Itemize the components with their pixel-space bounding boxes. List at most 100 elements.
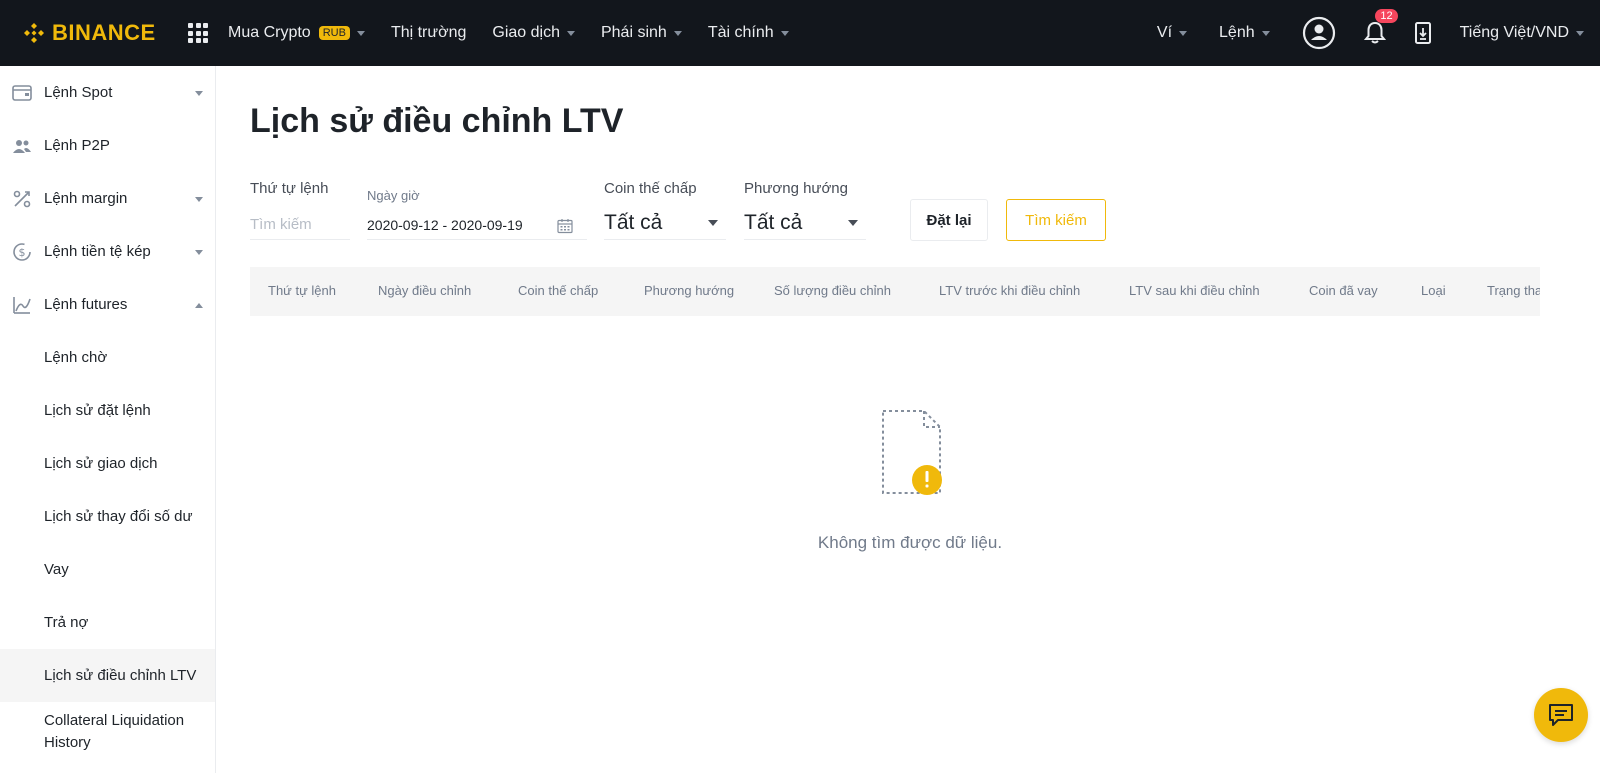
empty-message: Không tìm được dữ liệu. — [817, 533, 1003, 552]
user-circle-icon — [1302, 16, 1335, 50]
chevron-down-icon — [195, 249, 203, 255]
svg-text:$: $ — [19, 246, 26, 259]
sidebar-item-order-history[interactable]: Lịch sử đặt lệnh — [0, 384, 215, 437]
sidebar-item-label: Lịch sử đặt lệnh — [44, 402, 151, 419]
chevron-down-icon — [195, 90, 203, 96]
top-navbar: BINANCE Mua Crypto RUB Thị trường Giao d… — [0, 0, 1600, 66]
sidebar: Lệnh Spot Lệnh P2P Lệnh margin $ Lệnh ti… — [0, 66, 216, 773]
chevron-down-icon — [1179, 30, 1188, 36]
apps-grid-icon[interactable] — [188, 23, 208, 43]
order-no-search-input[interactable]: Tìm kiếm — [250, 210, 350, 240]
sidebar-item-trade-history[interactable]: Lịch sử giao dịch — [0, 437, 215, 490]
chevron-down-icon — [566, 30, 575, 36]
binance-logo[interactable]: BINANCE — [22, 20, 172, 46]
nav-orders[interactable]: Lệnh — [1219, 24, 1270, 42]
column-header: Coin thế chấp — [518, 283, 599, 298]
sidebar-item-label: Lệnh margin — [44, 190, 128, 207]
nav-buy-crypto[interactable]: Mua Crypto RUB — [228, 24, 365, 42]
nav-derivatives-label: Phái sinh — [600, 24, 667, 41]
filter-bar: Thứ tự lệnh Tìm kiếm Ngày giờ 2020-09-12… — [250, 178, 1150, 248]
currency-badge: RUB — [318, 26, 350, 40]
language-label: Tiếng Việt/VND — [1459, 24, 1569, 41]
nav-wallet[interactable]: Ví — [1156, 24, 1188, 42]
sidebar-item-repay[interactable]: Trả nợ — [0, 596, 215, 649]
sidebar-item-label: Lệnh chờ — [44, 349, 108, 366]
column-header: Thứ tự lệnh — [268, 283, 336, 298]
nav-markets-label: Thị trường — [390, 24, 467, 41]
nav-trade[interactable]: Giao dịch — [492, 24, 575, 42]
download-app-icon — [1414, 22, 1431, 44]
sidebar-item-label: Trả nợ — [44, 614, 89, 631]
right-nav: Ví Lệnh 12 Tiếng Việt/VND — [1157, 0, 1600, 66]
column-header: Coin đã vay — [1309, 283, 1378, 298]
bell-icon — [1363, 21, 1386, 44]
sidebar-item-p2p-orders[interactable]: Lệnh P2P — [0, 119, 215, 172]
direction-select[interactable]: Tất cả — [744, 206, 866, 240]
order-no-label: Thứ tự lệnh — [250, 180, 329, 197]
direction-value: Tất cả — [744, 210, 803, 234]
sidebar-item-margin-orders[interactable]: Lệnh margin — [0, 172, 215, 225]
wallet-icon — [12, 83, 32, 103]
page-title: Lịch sử điều chỉnh LTV — [250, 102, 624, 140]
sidebar-item-label: Lịch sử giao dịch — [44, 455, 158, 472]
chevron-down-icon — [673, 30, 682, 36]
notification-count-badge: 12 — [1375, 9, 1398, 23]
chevron-down-icon — [195, 196, 203, 202]
column-header: Số lượng điều chỉnh — [774, 283, 891, 298]
chevron-down-icon — [1261, 30, 1270, 36]
sidebar-item-label: Lịch sử điều chỉnh LTV — [44, 667, 197, 684]
date-range-value: 2020-09-12 - 2020-09-19 — [367, 216, 523, 233]
sidebar-item-balance-history[interactable]: Lịch sử thay đổi số dư — [0, 490, 215, 543]
search-button[interactable]: Tìm kiếm — [1006, 199, 1106, 241]
binance-logo-icon — [24, 23, 44, 43]
users-icon — [12, 136, 32, 156]
chevron-up-icon — [195, 302, 203, 308]
sidebar-item-label: Lệnh tiền tệ kép — [44, 243, 151, 260]
table-header: Thứ tự lệnh Ngày điều chỉnh Coin thế chấ… — [250, 267, 1540, 316]
sidebar-item-dual-currency-orders[interactable]: $ Lệnh tiền tệ kép — [0, 225, 215, 278]
column-header: Phương hướng — [644, 283, 735, 298]
account-button[interactable] — [1302, 16, 1336, 50]
empty-document-warning-icon — [882, 410, 942, 495]
sidebar-item-spot-orders[interactable]: Lệnh Spot — [0, 66, 215, 119]
dollar-cycle-icon: $ — [12, 242, 32, 262]
sidebar-item-label: Lịch sử thay đổi số dư — [44, 508, 193, 525]
chat-icon — [1549, 704, 1573, 726]
collateral-coin-select[interactable]: Tất cả — [604, 206, 726, 240]
reset-button[interactable]: Đặt lại — [910, 199, 988, 241]
column-header: LTV sau khi điều chỉnh — [1129, 283, 1260, 298]
sidebar-item-open-orders[interactable]: Lệnh chờ — [0, 331, 215, 384]
notifications-button[interactable]: 12 — [1363, 9, 1398, 45]
calendar-icon — [557, 219, 573, 234]
column-header: Loại — [1421, 283, 1446, 298]
chevron-down-icon — [356, 30, 365, 36]
collateral-coin-value: Tất cả — [604, 210, 663, 234]
download-button[interactable] — [1414, 21, 1432, 45]
nav-markets[interactable]: Thị trường — [391, 24, 466, 42]
percent-icon — [12, 189, 32, 209]
sidebar-item-ltv-history[interactable]: Lịch sử điều chỉnh LTV — [0, 649, 215, 702]
sidebar-item-label: Lệnh Spot — [44, 84, 113, 101]
chevron-down-icon — [780, 30, 789, 36]
nav-finance[interactable]: Tài chính — [708, 24, 789, 42]
nav-wallet-label: Ví — [1156, 24, 1173, 41]
sidebar-item-label: Lệnh P2P — [44, 137, 110, 154]
sidebar-item-label: Collateral Liquidation History — [44, 712, 185, 751]
language-currency-selector[interactable]: Tiếng Việt/VND — [1460, 24, 1584, 42]
nav-buy-crypto-label: Mua Crypto — [228, 24, 311, 41]
support-chat-button[interactable] — [1534, 688, 1588, 742]
sidebar-item-collateral-liquidation-history[interactable]: Collateral Liquidation History — [0, 702, 215, 762]
sidebar-item-label: Vay — [44, 561, 69, 578]
sidebar-item-futures-orders[interactable]: Lệnh futures — [0, 278, 215, 331]
chevron-down-icon — [708, 220, 718, 226]
sidebar-item-label: Lệnh futures — [44, 296, 128, 313]
column-header: LTV trước khi điều chỉnh — [939, 283, 1081, 298]
nav-finance-label: Tài chính — [707, 24, 774, 41]
chevron-down-icon — [1576, 30, 1584, 36]
nav-trade-label: Giao dịch — [492, 24, 560, 41]
sidebar-item-borrow[interactable]: Vay — [0, 543, 215, 596]
nav-orders-label: Lệnh — [1219, 24, 1255, 41]
nav-derivatives[interactable]: Phái sinh — [601, 24, 682, 42]
date-range-input[interactable]: 2020-09-12 - 2020-09-19 — [367, 210, 587, 240]
collateral-coin-label: Coin thế chấp — [604, 180, 697, 197]
